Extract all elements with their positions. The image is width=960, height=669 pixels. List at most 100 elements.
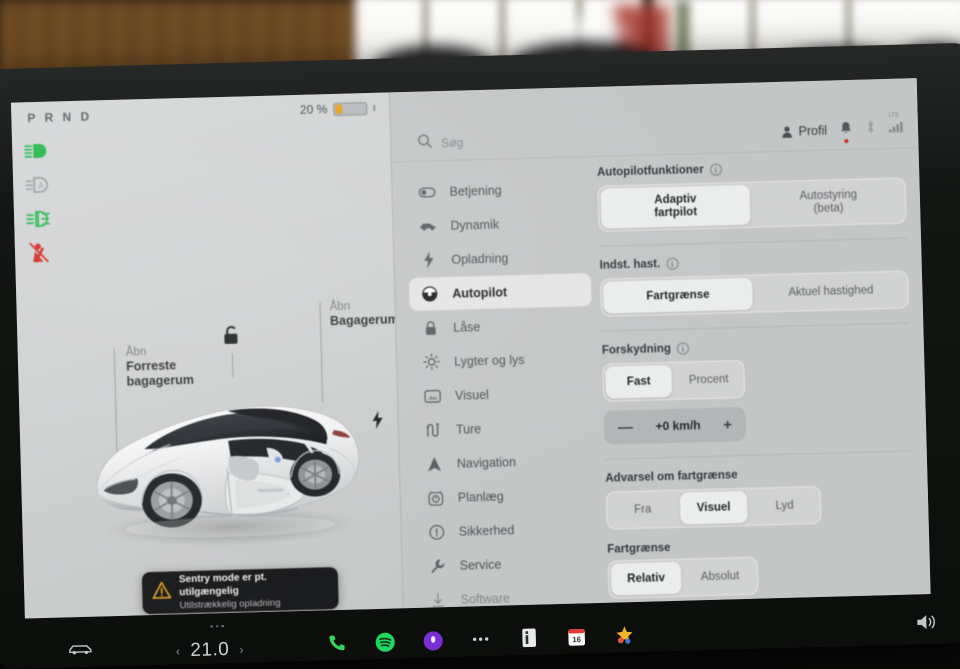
indicator-lamps: A	[24, 140, 57, 265]
car-front-icon[interactable]	[68, 642, 95, 662]
callout-rear-trunk-line1: Bagagerum	[330, 312, 399, 329]
info-icon[interactable]: i	[677, 342, 689, 354]
seatbelt-warning-icon	[27, 241, 58, 264]
download-icon	[429, 591, 446, 608]
decrement-button[interactable]: —	[618, 418, 633, 435]
low-beam-headlight-icon	[24, 140, 55, 163]
arcade-app-icon[interactable]	[613, 624, 636, 647]
sidebar-item-sikkerhed[interactable]: Sikkerhed	[415, 511, 598, 549]
segment-option-fast[interactable]: Fast	[605, 365, 672, 399]
search-input[interactable]: Søg	[441, 135, 463, 150]
settings-profile-button[interactable]: Profil	[780, 124, 827, 139]
speed-offset-stepper[interactable]: — +0 km/h +	[604, 407, 747, 445]
more-apps-icon[interactable]	[469, 628, 492, 651]
segment-option-procent[interactable]: Procent	[675, 363, 742, 397]
callout-rear-trunk[interactable]: Åbn Bagagerum	[329, 298, 399, 329]
temp-increase-arrow[interactable]: ›	[239, 643, 244, 657]
lock-icon	[422, 319, 439, 336]
wrench-icon	[428, 557, 445, 574]
segmented-control[interactable]: Fra Visuel Lyd	[606, 486, 822, 530]
battery-icon	[333, 102, 367, 116]
voice-app-icon[interactable]	[421, 629, 444, 652]
sidebar-label: Navigation	[457, 455, 516, 471]
sidebar-item-planlaeg[interactable]: Planlæg	[414, 477, 597, 515]
segment-option-aktuel-hastighed[interactable]: Aktuel hastighed	[756, 274, 906, 310]
section-indst-hast: Indst. hast. i Fartgrænse Aktuel hastigh…	[599, 251, 908, 316]
climate-temperature-control[interactable]: ‹ 21.0 ›	[176, 639, 245, 663]
autopilot-settings: Autopilotfunktioner i Adaptiv fartpilot	[597, 159, 917, 613]
sidebar-item-lygter-og-lys[interactable]: Lygter og lys	[411, 341, 594, 379]
vehicle-illustration[interactable]	[77, 373, 382, 556]
sentry-mode-warning-toast[interactable]: Sentry mode er pt. utilgængelig Utilstræ…	[142, 567, 339, 614]
info-app-icon[interactable]	[517, 627, 540, 650]
temperature-value[interactable]: 21.0	[190, 639, 230, 662]
sidebar-label: Lygter og lys	[454, 352, 525, 368]
warning-triangle-icon	[152, 581, 172, 606]
battery-indicator[interactable]: 20 %	[300, 101, 376, 117]
segment-option-visuel[interactable]: Visuel	[680, 491, 748, 525]
segment-label: Fast	[627, 375, 651, 389]
segment-option-fartgraense[interactable]: Fartgrænse	[603, 278, 753, 314]
sidebar-item-navigation[interactable]: Navigation	[413, 443, 596, 481]
segment-option-adaptiv-fartpilot[interactable]: Adaptiv fartpilot	[601, 185, 751, 229]
sidebar-item-autopilot[interactable]: Autopilot	[409, 273, 592, 311]
spotify-app-icon[interactable]	[373, 630, 396, 653]
bluetooth-icon[interactable]	[865, 119, 877, 139]
person-icon	[780, 125, 792, 138]
touchscreen-display[interactable]: P R N D 20 %	[11, 78, 931, 618]
lte-signal-icon[interactable]: LTE	[889, 120, 904, 138]
sidebar-item-service[interactable]: Service	[416, 545, 599, 583]
segmented-control[interactable]: Relativ Absolut	[608, 557, 759, 599]
sun-light-icon	[423, 353, 440, 370]
segment-option-absolut[interactable]: Absolut	[685, 560, 756, 594]
notification-bell-icon[interactable]	[840, 120, 853, 139]
phone-app-icon[interactable]	[325, 632, 348, 655]
divider	[601, 322, 909, 331]
route-icon	[425, 421, 442, 438]
battery-percent-label: 20 %	[300, 102, 328, 117]
sidebar-item-betjening[interactable]: Betjening	[406, 171, 589, 209]
info-circle-icon	[428, 523, 445, 540]
car-side-icon	[419, 217, 436, 234]
dock-app-icons[interactable]: 16	[325, 624, 635, 654]
car-status-pane: P R N D 20 %	[11, 92, 403, 618]
segment-label: Lyd	[775, 499, 793, 512]
unlocked-padlock-icon[interactable]	[222, 325, 241, 378]
segmented-control[interactable]: Adaptiv fartpilot Autostyring (beta)	[597, 178, 906, 232]
info-icon[interactable]: i	[710, 163, 722, 175]
segment-label: Procent	[689, 373, 729, 387]
temp-decrease-arrow[interactable]: ‹	[176, 644, 181, 658]
section-title: Advarsel om fartgrænse	[605, 469, 738, 485]
gear-indicator: P R N D	[27, 109, 92, 125]
settings-menu[interactable]: Betjening Dynamik Opladning	[406, 171, 600, 618]
section-forskydning: Forskydning i Fast Procent	[602, 336, 913, 444]
auto-high-beam-icon: A	[25, 174, 56, 197]
segment-label: Aktuel hastighed	[788, 284, 873, 299]
sidebar-item-opladning[interactable]: Opladning	[408, 239, 591, 277]
segment-option-lyd[interactable]: Lyd	[751, 489, 819, 523]
segment-option-fra[interactable]: Fra	[609, 493, 677, 527]
info-icon[interactable]: i	[666, 258, 678, 270]
speaker-volume-icon[interactable]	[915, 613, 938, 637]
segment-option-autostyring[interactable]: Autostyring (beta)	[753, 181, 903, 225]
sidebar-label: Opladning	[451, 251, 508, 267]
sidebar-label: Betjening	[449, 183, 501, 198]
sidebar-item-visuel[interactable]: Visuel	[412, 375, 595, 413]
divider	[605, 450, 913, 459]
segment-label: Relativ	[627, 572, 665, 586]
sidebar-label: Dynamik	[450, 217, 499, 232]
display-icon	[424, 387, 441, 404]
settings-status-icons: Profil LTE	[780, 119, 904, 142]
sidebar-item-laase[interactable]: Låse	[410, 307, 593, 345]
segment-label-line1: Autostyring	[799, 189, 857, 204]
segment-option-relativ[interactable]: Relativ	[611, 562, 682, 596]
calendar-app-icon[interactable]: 16	[565, 625, 588, 648]
sidebar-label: Låse	[453, 320, 480, 335]
settings-profile-label: Profil	[798, 124, 827, 139]
increment-button[interactable]: +	[723, 416, 732, 433]
segmented-control[interactable]: Fartgrænse Aktuel hastighed	[600, 270, 909, 316]
sidebar-item-dynamik[interactable]: Dynamik	[407, 205, 590, 243]
segmented-control[interactable]: Fast Procent	[602, 360, 745, 402]
sidebar-item-ture[interactable]: Ture	[413, 409, 596, 447]
bolt-icon	[420, 251, 437, 268]
